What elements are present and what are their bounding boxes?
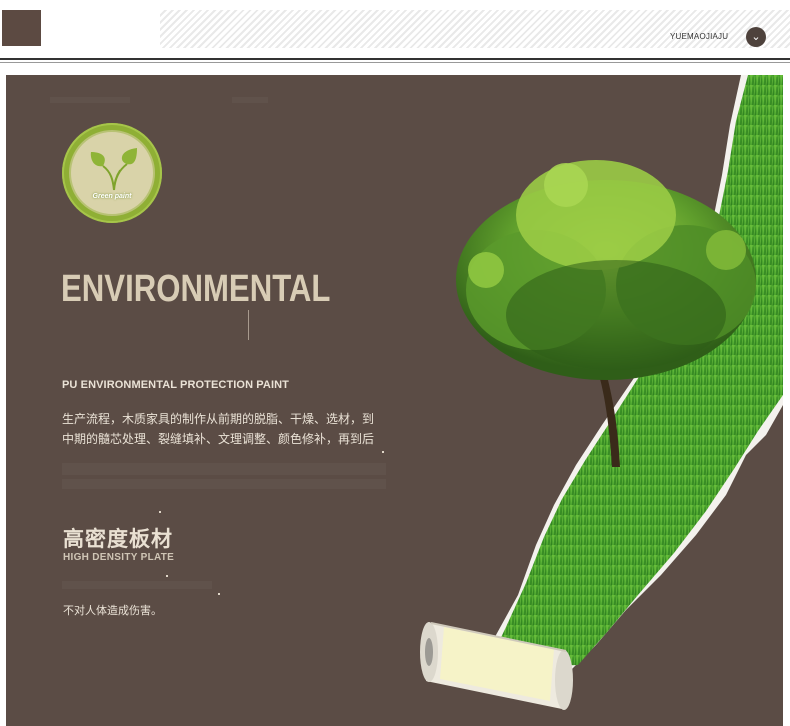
- grass-tree-artwork: [420, 75, 783, 710]
- brand-name: YUEMAOJIAJU: [670, 32, 729, 41]
- header-divider-thin: [0, 62, 790, 63]
- chevron-down-icon[interactable]: ⌄: [746, 27, 766, 47]
- header-bar: YUEMAOJIAJU ⌄: [0, 0, 790, 60]
- header-divider-thick: [0, 58, 790, 60]
- header-logo-block: [2, 10, 41, 46]
- header-pattern-strip: [160, 10, 790, 48]
- feature-panel: Green paint ENVIRONMENTAL PU ENVIRONMENT…: [6, 75, 783, 726]
